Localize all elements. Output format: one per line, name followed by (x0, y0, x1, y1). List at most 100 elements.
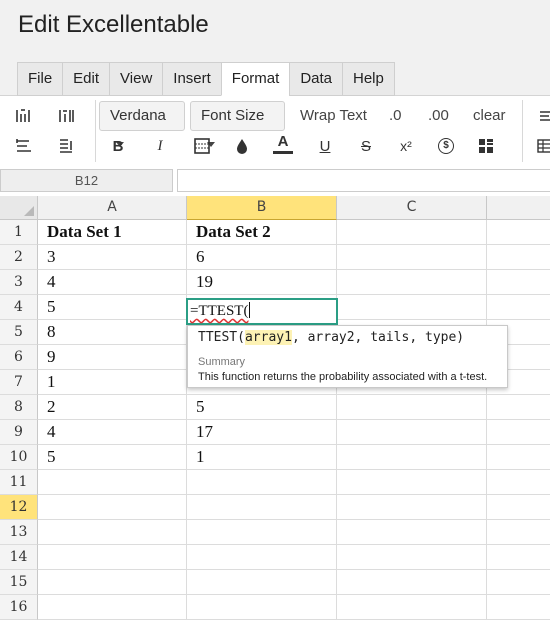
cell-c15[interactable] (337, 570, 487, 595)
cell-b11[interactable] (187, 470, 337, 495)
cell-d12[interactable] (487, 495, 550, 520)
insert-row-below-icon[interactable] (13, 136, 35, 156)
cell-c10[interactable] (337, 445, 487, 470)
superscript-button[interactable]: x² (395, 136, 417, 156)
menu-tab-insert[interactable]: Insert (162, 62, 221, 96)
cell-a1[interactable]: Data Set 1 (38, 220, 187, 245)
cell-a10[interactable]: 5 (38, 445, 187, 470)
row-header-5[interactable]: 5 (0, 320, 38, 345)
cell-a12[interactable] (38, 495, 187, 520)
cell-c8[interactable] (337, 395, 487, 420)
cell-d10[interactable] (487, 445, 550, 470)
cell-b10[interactable]: 1 (187, 445, 337, 470)
insert-column-icon[interactable] (55, 106, 77, 126)
fill-color-icon[interactable] (231, 136, 253, 156)
cell-a5[interactable]: 8 (38, 320, 187, 345)
borders-icon[interactable] (191, 136, 213, 156)
cell-a15[interactable] (38, 570, 187, 595)
cell-a13[interactable] (38, 520, 187, 545)
column-header-d[interactable] (487, 196, 550, 220)
cell-b9[interactable]: 17 (187, 420, 337, 445)
row-header-10[interactable]: 10 (0, 445, 38, 470)
row-header-14[interactable]: 14 (0, 545, 38, 570)
cell-c3[interactable] (337, 270, 487, 295)
row-header-2[interactable]: 2 (0, 245, 38, 270)
column-header-a[interactable]: A (38, 196, 187, 220)
row-header-16[interactable]: 16 (0, 595, 38, 620)
cell-a16[interactable] (38, 595, 187, 620)
column-header-b[interactable]: B (187, 196, 337, 220)
cell-d4[interactable] (487, 295, 550, 320)
cell-d2[interactable] (487, 245, 550, 270)
table-icon[interactable] (534, 136, 550, 156)
cell-b2[interactable]: 6 (187, 245, 337, 270)
row-header-9[interactable]: 9 (0, 420, 38, 445)
font-family-dropdown[interactable]: Verdana (99, 101, 185, 147)
cell-d1[interactable] (487, 220, 550, 245)
italic-button[interactable]: I (149, 136, 171, 156)
cell-a7[interactable]: 1 (38, 370, 187, 395)
row-header-15[interactable]: 15 (0, 570, 38, 595)
cell-c12[interactable] (337, 495, 487, 520)
cell-c4[interactable] (337, 295, 487, 320)
cell-a3[interactable]: 4 (38, 270, 187, 295)
cell-a2[interactable]: 3 (38, 245, 187, 270)
cell-d16[interactable] (487, 595, 550, 620)
delete-row-icon[interactable] (55, 136, 77, 156)
cell-c14[interactable] (337, 545, 487, 570)
cell-editor-b12[interactable]: =TTEST( (186, 298, 338, 325)
align-icon[interactable] (534, 106, 550, 126)
cell-a11[interactable] (38, 470, 187, 495)
decrease-decimal-button[interactable]: .0 (389, 107, 402, 124)
clear-button[interactable]: clear (473, 107, 506, 124)
row-header-4[interactable]: 4 (0, 295, 38, 320)
strikethrough-button[interactable]: S (355, 136, 377, 156)
row-header-3[interactable]: 3 (0, 270, 38, 295)
menu-tab-format[interactable]: Format (220, 62, 290, 96)
cell-d14[interactable] (487, 545, 550, 570)
bold-button[interactable]: B (107, 136, 129, 156)
formula-input[interactable] (177, 169, 550, 192)
row-header-13[interactable]: 13 (0, 520, 38, 545)
row-header-11[interactable]: 11 (0, 470, 38, 495)
cell-b13[interactable] (187, 520, 337, 545)
font-size-dropdown[interactable]: Font Size (190, 101, 285, 147)
cell-c16[interactable] (337, 595, 487, 620)
cell-c1[interactable] (337, 220, 487, 245)
menu-tab-file[interactable]: File (17, 62, 63, 96)
cell-c2[interactable] (337, 245, 487, 270)
cell-a8[interactable]: 2 (38, 395, 187, 420)
font-color-button[interactable]: A (272, 134, 294, 154)
cell-b12[interactable] (187, 495, 337, 520)
cell-b15[interactable] (187, 570, 337, 595)
column-header-c[interactable]: C (337, 196, 487, 220)
menu-tab-edit[interactable]: Edit (62, 62, 110, 96)
menu-tab-view[interactable]: View (109, 62, 163, 96)
cell-c11[interactable] (337, 470, 487, 495)
row-header-8[interactable]: 8 (0, 395, 38, 420)
select-all-corner[interactable] (0, 196, 38, 220)
row-header-12[interactable]: 12 (0, 495, 38, 520)
row-header-7[interactable]: 7 (0, 370, 38, 395)
merge-cells-icon[interactable] (475, 136, 497, 156)
menu-tab-help[interactable]: Help (342, 62, 395, 96)
cell-b16[interactable] (187, 595, 337, 620)
cell-a4[interactable]: 5 (38, 295, 187, 320)
cell-a14[interactable] (38, 545, 187, 570)
cell-c9[interactable] (337, 420, 487, 445)
cell-b3[interactable]: 19 (187, 270, 337, 295)
cell-a9[interactable]: 4 (38, 420, 187, 445)
menu-tab-data[interactable]: Data (289, 62, 342, 96)
cell-d11[interactable] (487, 470, 550, 495)
insert-row-above-icon[interactable] (13, 106, 35, 126)
cell-d8[interactable] (487, 395, 550, 420)
cell-b14[interactable] (187, 545, 337, 570)
increase-decimal-button[interactable]: .00 (428, 107, 449, 124)
cell-d9[interactable] (487, 420, 550, 445)
cell-d13[interactable] (487, 520, 550, 545)
currency-button[interactable]: $ (435, 136, 457, 156)
cell-b8[interactable]: 5 (187, 395, 337, 420)
wrap-text-button[interactable]: Wrap Text (300, 107, 367, 124)
underline-button[interactable]: U (314, 136, 336, 156)
row-header-1[interactable]: 1 (0, 220, 38, 245)
